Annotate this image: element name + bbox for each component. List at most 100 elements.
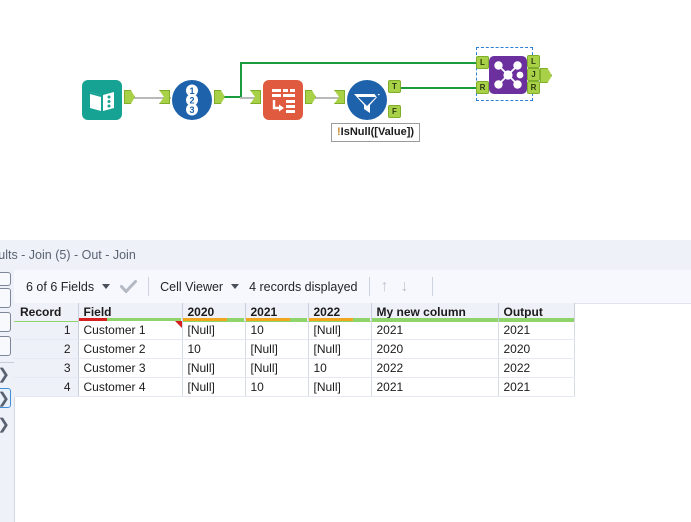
cell-2021[interactable]: 10 (245, 321, 309, 340)
record-id-output-anchor[interactable] (214, 90, 225, 104)
column-header-2022[interactable]: 2022 (308, 303, 372, 321)
cell-2020[interactable]: [Null] (182, 358, 246, 378)
filter-icon (354, 90, 385, 113)
connection-branch-vertical[interactable] (240, 62, 242, 98)
numbers-123-icon: 1 2 3 (186, 84, 198, 116)
rail-chevron-one[interactable]: ❯ (0, 366, 10, 384)
table-row[interactable]: 1 Customer 1 [Null] 10 [Null] 2021 2021 (14, 321, 575, 340)
rail-icon-panel-two[interactable] (0, 336, 11, 356)
column-header-2021[interactable]: 2021 (245, 303, 309, 321)
table-row[interactable]: 4 Customer 4 [Null] 10 [Null] 2021 2021 (14, 377, 575, 397)
table-header-row: Record Field 2020 2021 2022 My new column Outp… (14, 303, 575, 321)
toolbar-separator-one (148, 277, 150, 296)
row-highlight-line (371, 321, 497, 322)
row-record-number[interactable]: 1 (14, 321, 79, 340)
row-record-number[interactable]: 4 (14, 377, 79, 397)
view-mode-chevron-down-icon[interactable] (231, 284, 240, 289)
record-id-tool[interactable]: 1 2 3 (159, 78, 225, 122)
cell-2021[interactable]: [Null] (245, 339, 309, 359)
checkmark-icon[interactable] (120, 279, 138, 294)
join-left-output-anchor[interactable]: L (527, 55, 540, 68)
filter-true-output-anchor[interactable]: T (388, 80, 401, 93)
results-pane: sults - Join (5) - Out - Join ❯ ❯ ❯ 6 of… (0, 240, 691, 522)
table-row[interactable]: 2 Customer 2 10 [Null] [Null] 2020 2020 (14, 339, 575, 359)
rail-icon-config[interactable] (0, 272, 11, 286)
column-header-2020[interactable]: 2020 (182, 303, 246, 321)
join-join-output-anchor[interactable]: J (527, 68, 540, 81)
connection-to-join-left[interactable] (240, 62, 478, 64)
arrow-up-icon[interactable]: ↑ (381, 278, 389, 295)
column-header-record[interactable]: Record (14, 303, 79, 321)
table-row[interactable]: 3 Customer 3 [Null] [Null] 10 2022 2022 (14, 358, 575, 378)
cell-2020[interactable]: [Null] (182, 377, 246, 397)
arrow-down-icon[interactable]: ↓ (401, 278, 409, 295)
column-header-label: Output (503, 305, 543, 319)
cell-field[interactable]: Customer 3 (78, 358, 183, 378)
rail-icon-panel-one[interactable] (0, 312, 11, 332)
rail-chevron-two[interactable]: ❯ (0, 390, 10, 408)
filter-tool[interactable]: T F (334, 78, 401, 122)
column-header-my-new-column[interactable]: My new column (371, 303, 499, 321)
results-table: Record Field 2020 2021 2022 My new column Outp… (14, 303, 575, 397)
cell-my-new-column[interactable]: 2021 (371, 377, 499, 397)
cell-2022[interactable]: 10 (308, 358, 372, 378)
records-displayed-label: 4 records displayed (249, 279, 358, 294)
cell-output[interactable]: 2020 (498, 339, 575, 359)
cell-2020[interactable]: [Null] (182, 321, 246, 340)
cell-comment-marker-icon (174, 321, 181, 328)
row-highlight-line (182, 321, 244, 322)
cell-field[interactable]: Customer 4 (78, 377, 183, 397)
column-header-output[interactable]: Output (498, 303, 575, 321)
cell-my-new-column[interactable]: 2020 (371, 339, 499, 359)
row-record-number[interactable]: 2 (14, 339, 79, 359)
filter-false-output-anchor[interactable]: F (388, 105, 401, 118)
results-titlebar[interactable]: sults - Join (5) - Out - Join (0, 240, 691, 271)
cell-output[interactable]: 2022 (498, 358, 575, 378)
cell-2021[interactable]: 10 (245, 377, 309, 397)
cell-2022[interactable]: [Null] (308, 339, 372, 359)
row-highlight-line (308, 321, 370, 322)
transpose-output-anchor[interactable] (305, 90, 316, 104)
column-header-label: My new column (376, 305, 466, 319)
column-header-label: Field (83, 305, 112, 319)
join-right-input-anchor[interactable]: R (476, 81, 489, 94)
row-highlight-line (498, 321, 573, 322)
filter-annotation[interactable]: !IsNull([Value]) (331, 123, 421, 142)
view-mode-label[interactable]: Cell Viewer (160, 280, 223, 294)
column-header-label: 2022 (313, 305, 341, 319)
chevron-down-icon[interactable] (102, 284, 111, 289)
cell-output[interactable]: 2021 (498, 377, 575, 397)
cell-2021[interactable]: [Null] (245, 358, 309, 378)
fields-selector-label[interactable]: 6 of 6 Fields (26, 280, 94, 294)
row-highlight-line (245, 321, 307, 322)
join-right-output-anchor[interactable]: R (527, 81, 540, 94)
connection-filter-true-to-join-right[interactable] (394, 87, 478, 89)
input-data-output-anchor[interactable] (124, 90, 135, 104)
row-highlight-line (14, 321, 77, 322)
toolbar-separator-two (368, 277, 370, 296)
input-data-tool[interactable] (80, 78, 135, 122)
rail-chevron-three[interactable]: ❯ (0, 416, 10, 434)
row-record-number[interactable]: 3 (14, 358, 79, 378)
transpose-icon (272, 89, 295, 113)
cell-output[interactable]: 2021 (498, 321, 575, 340)
cell-field[interactable]: Customer 2 (78, 339, 183, 359)
join-left-input-anchor[interactable]: L (476, 56, 489, 69)
workflow-canvas[interactable]: 1 2 3 T F !IsNull([Value]) L R L J R (0, 0, 691, 240)
cell-my-new-column[interactable]: 2021 (371, 321, 499, 340)
rail-icon-grid[interactable] (0, 288, 11, 308)
results-left-rail[interactable]: ❯ ❯ ❯ (0, 270, 15, 522)
results-grid[interactable]: Record Field 2020 2021 2022 My new column Outp… (14, 303, 575, 397)
cell-2022[interactable]: [Null] (308, 377, 372, 397)
column-header-label: Record (20, 305, 62, 319)
join-tool[interactable]: L R L J R (476, 55, 552, 94)
cell-field-selected[interactable]: Customer 1 (77, 321, 183, 340)
column-header-field[interactable]: Field (78, 303, 183, 321)
results-toolbar[interactable]: 6 of 6 Fields Cell Viewer 4 records disp… (14, 270, 691, 304)
transpose-tool[interactable] (250, 78, 316, 122)
cell-my-new-column[interactable]: 2022 (371, 358, 499, 378)
cell-2022[interactable]: [Null] (308, 321, 372, 340)
cell-2020[interactable]: 10 (182, 339, 246, 359)
join-output-plug[interactable] (540, 68, 552, 83)
join-icon (494, 61, 524, 89)
